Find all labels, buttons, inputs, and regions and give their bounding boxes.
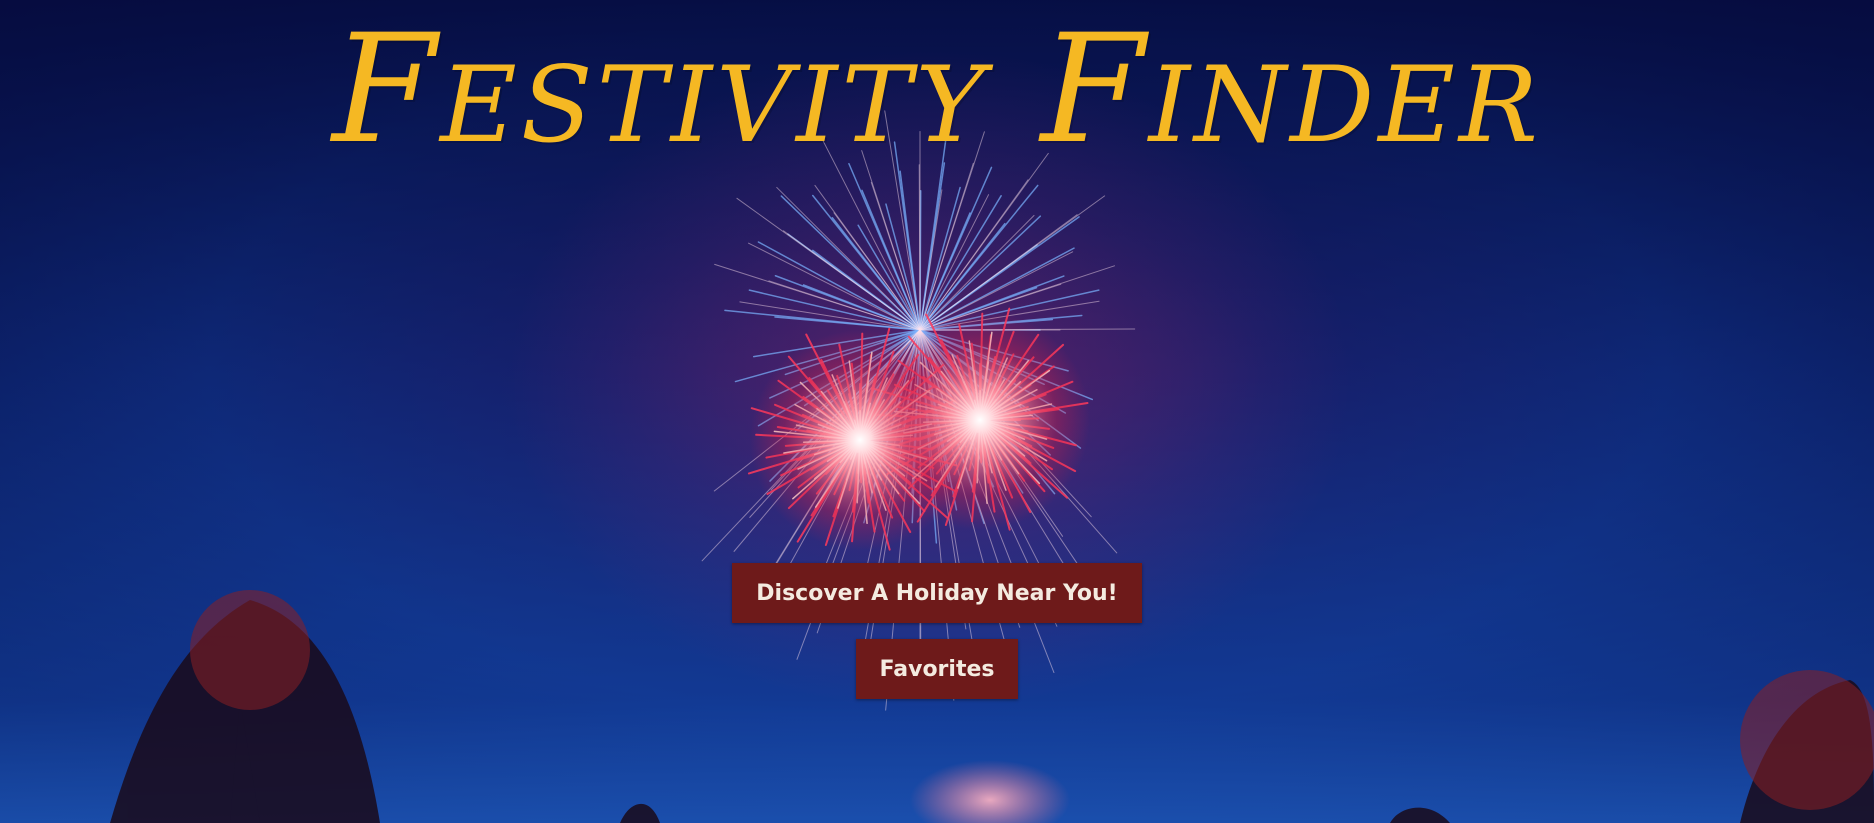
hero-actions: Discover A Holiday Near You! Favorites bbox=[0, 563, 1874, 699]
discover-holiday-button[interactable]: Discover A Holiday Near You! bbox=[732, 563, 1142, 623]
favorites-button[interactable]: Favorites bbox=[855, 639, 1019, 699]
page-title: Festivity Finder bbox=[332, 3, 1542, 177]
